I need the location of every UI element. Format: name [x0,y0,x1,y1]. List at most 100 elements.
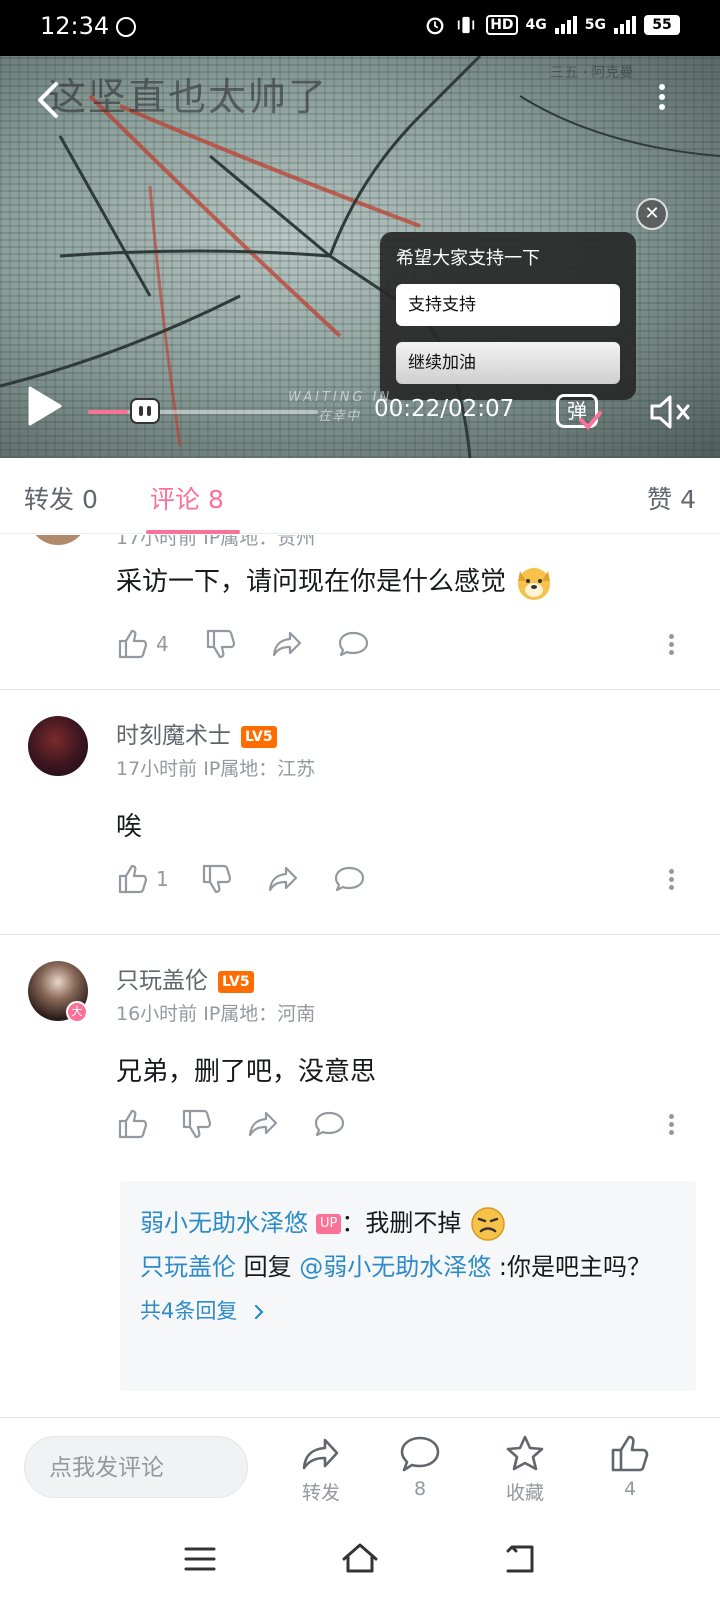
comment-username[interactable]: 时刻魔术士 LV5 [116,716,277,750]
username-text: 时刻魔术士 [116,723,231,749]
reply-text: ：我删不掉 [341,1209,462,1237]
comment-username[interactable]: 只玩盖伦 LV5 [116,961,254,995]
like-button[interactable]: 1 [116,862,169,896]
hd-indicator: HD [486,15,518,35]
like-button[interactable] [116,1107,156,1141]
progress-bar[interactable] [88,410,318,414]
poll-option-keep-going[interactable]: 继续加油 [396,342,620,384]
progress-fill [88,410,128,414]
like-video-count: 4 [623,1478,637,1500]
more-options-icon[interactable] [652,80,672,120]
star-icon [506,1435,544,1471]
signal-icon [554,16,577,34]
dislike-button[interactable] [180,1107,214,1141]
thumb-up-icon [118,1109,148,1139]
video-time: 00:22/02:07 [374,396,515,422]
share-button[interactable] [246,1107,280,1141]
comment-more-icon[interactable] [666,1111,676,1141]
home-icon[interactable] [338,1537,382,1581]
signal-icon-2 [614,16,636,34]
comment-meta: 17小时前 IP属地：贵州 [116,535,316,549]
avatar-badge: 大 [66,1001,88,1023]
battery-icon: 55 [644,15,680,35]
status-bar: 12:34 HD 4G 5G 55 [0,0,720,56]
comment-meta: 16小时前 IP属地：河南 [116,1003,316,1025]
comment-more-icon[interactable] [666,631,676,661]
forward-button[interactable]: 转发 [281,1432,361,1505]
reply-line: 只玩盖伦 回复 @弱小无助水泽悠 :你是吧主吗？ [140,1245,676,1289]
comment-input[interactable]: 点我发评论 [24,1436,248,1498]
content-tabs: 转发 0 评论 8 赞 4 [0,458,720,534]
danmaku-toggle-icon[interactable]: 弹 [556,388,604,432]
comment-count: 8 [413,1478,427,1500]
reply-button[interactable] [312,1107,346,1141]
like-button[interactable]: 4 [116,627,169,661]
tab-active-indicator [146,530,240,534]
dislike-button[interactable] [200,862,234,896]
comment-text-content: 采访一下，请问现在你是什么感觉 [116,567,507,597]
comment-text: 唉 [116,812,143,842]
mute-icon[interactable] [646,390,694,434]
comments-button[interactable]: 8 [380,1432,460,1500]
thumb-down-icon [182,1109,212,1139]
share-icon [268,866,298,892]
view-all-replies-link[interactable]: 共4条回复 [140,1289,676,1333]
close-poll-icon[interactable]: ✕ [636,198,668,230]
comment-bubble-icon [338,631,369,657]
share-icon [248,1111,278,1137]
danmaku-check-icon [579,411,602,430]
progress-thumb[interactable] [130,398,160,424]
reply-author[interactable]: 只玩盖伦 [140,1253,236,1281]
play-icon[interactable] [24,384,64,428]
back-icon[interactable] [30,78,70,122]
dog-face-emoji-icon [518,567,551,600]
comment-actions [116,1107,676,1143]
back-nav-icon[interactable] [498,1537,542,1581]
comment-item: 17小时前 IP属地：贵州 采访一下，请问现在你是什么感觉 4 [0,535,720,690]
favorite-button[interactable]: 收藏 [485,1432,565,1505]
poll-title: 希望大家支持一下 [396,248,540,269]
comment-actions: 1 [116,862,676,898]
bottom-action-bar: 点我发评论 转发 8 收藏 4 [0,1417,720,1517]
reply-button[interactable] [336,627,370,661]
reply-button[interactable] [332,862,366,896]
tab-comments[interactable]: 评论 8 [150,480,224,516]
comment-item: 大 只玩盖伦 LV5 16小时前 IP属地：河南 兄弟，删了吧，没意思 弱小无助水… [0,935,720,1417]
poll-option-support[interactable]: 支持支持 [396,284,620,326]
vibrate-icon [458,16,475,34]
comment-meta: 17小时前 IP属地：江苏 [116,758,316,780]
comment-text: 兄弟，删了吧，没意思 [116,1057,377,1087]
reply-word: 回复 [236,1253,300,1281]
avatar[interactable] [28,716,88,776]
thumb-up-icon [118,629,148,659]
up-badge: UP [316,1214,342,1234]
video-player[interactable]: 三五 · 阿克曼 这坚直也太帅了 ✕ 希望大家支持一下 支持支持 继续加油 WA… [0,56,720,458]
favorite-label: 收藏 [505,1482,544,1504]
status-icons: HD 4G 5G 55 [424,15,680,35]
reply-mention[interactable]: @弱小无助水泽悠 [299,1253,491,1281]
chevron-right-icon [254,1304,264,1320]
tab-forward[interactable]: 转发 0 [24,480,98,516]
share-button[interactable] [266,862,300,896]
like-video-button[interactable]: 4 [590,1432,670,1500]
level-badge: LV5 [218,970,254,993]
comment-more-icon[interactable] [666,866,676,896]
share-button[interactable] [270,627,304,661]
share-icon [302,1438,339,1470]
dislike-button[interactable] [204,627,238,661]
notification-app-icon [116,17,136,37]
forward-label: 转发 [301,1482,340,1504]
level-badge: LV5 [241,725,277,748]
status-time: 12:34 [40,12,110,40]
comment-bubble-icon [314,1111,345,1137]
reply-thread[interactable]: 弱小无助水泽悠 UP ：我删不掉 只玩盖伦 回复 @弱小无助水泽悠 :你是吧主吗？ … [120,1181,696,1391]
comment-item: 时刻魔术士 LV5 17小时前 IP属地：江苏 唉 1 [0,690,720,935]
comment-actions: 4 [116,627,676,663]
reply-author[interactable]: 弱小无助水泽悠 [140,1209,308,1237]
5g-indicator: 5G [584,17,606,33]
avatar[interactable] [28,535,88,545]
thumb-up-icon [118,864,148,894]
menu-icon[interactable] [178,1537,222,1581]
system-navigation-bar [0,1517,720,1605]
tab-likes[interactable]: 赞 4 [647,480,696,516]
